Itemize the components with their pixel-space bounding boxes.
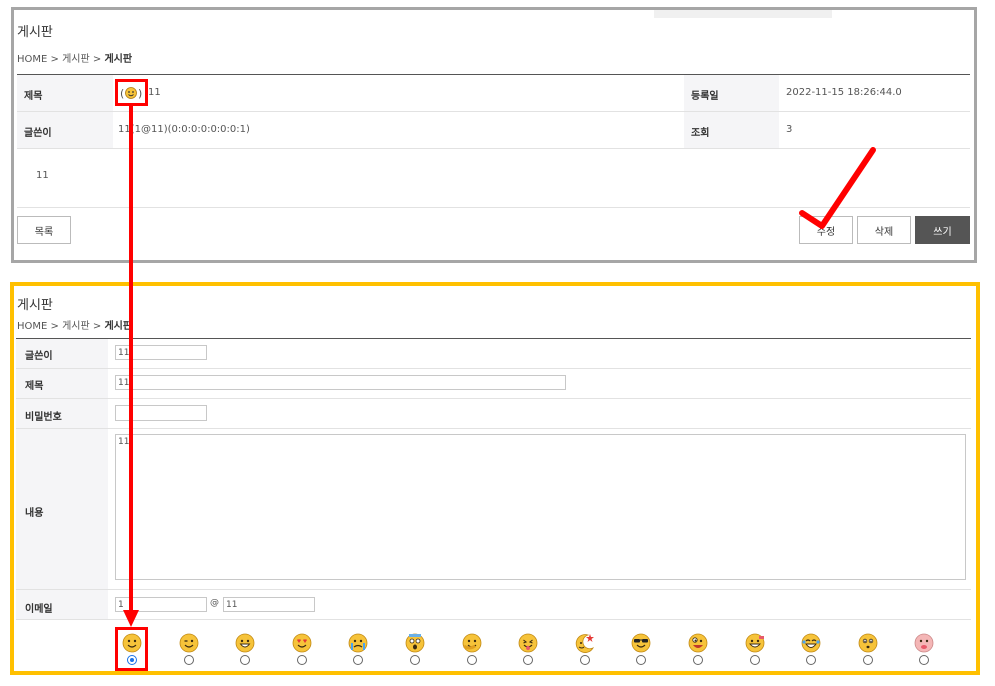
annotation-arrow [123, 106, 139, 627]
annotation-checkmark [799, 147, 876, 229]
annotation-overlay [123, 106, 876, 627]
